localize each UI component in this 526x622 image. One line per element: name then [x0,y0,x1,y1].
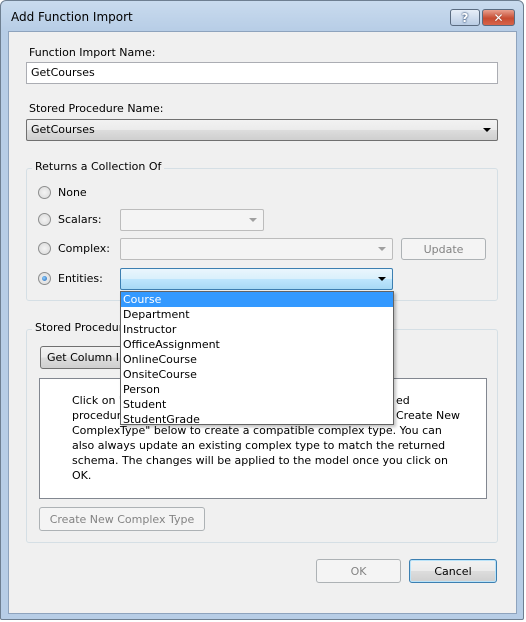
stored-procedure-value: GetCourses [31,123,95,136]
dropdown-item-student[interactable]: Student [121,397,393,412]
radio-entities-label: Entities: [58,272,103,285]
entities-select[interactable] [120,268,393,290]
radio-none-label: None [58,186,87,199]
function-import-name-label: Function Import Name: [29,46,156,59]
ok-button[interactable]: OK [316,559,401,583]
radio-none[interactable]: None [38,186,87,199]
close-icon: ✕ [493,10,504,25]
stored-procedure-name-label: Stored Procedure Name: [29,102,164,115]
info-line-2-right: Create New [396,409,461,422]
scalars-select[interactable] [120,209,264,231]
info-line-1: Click on " [72,394,124,407]
info-line-2: procedur [72,409,122,422]
dialog-content: Function Import Name: GetCourses Stored … [8,31,517,614]
chevron-down-icon [378,277,386,281]
radio-complex[interactable]: Complex: [38,242,110,255]
radio-scalars-label: Scalars: [58,213,102,226]
info-line-5: schema. The changes will be applied to t… [72,454,448,467]
chevron-down-icon [249,218,257,222]
dropdown-item-studentgrade[interactable]: StudentGrade [121,412,393,427]
dropdown-item-course[interactable]: Course [121,292,393,307]
info-line-3: Complex [72,424,121,437]
title-bar: Add Function Import ? ✕ [1,1,523,31]
stored-procedure-select[interactable]: GetCourses [26,119,498,141]
help-button[interactable]: ? [450,9,480,26]
add-function-import-dialog: Add Function Import ? ✕ Function Import … [0,0,524,620]
entities-dropdown-list: Course Department Instructor OfficeAssig… [120,291,394,427]
radio-scalars-button[interactable] [38,213,51,226]
radio-none-button[interactable] [38,186,51,199]
dropdown-item-officeassignment[interactable]: OfficeAssignment [121,337,393,352]
dropdown-item-department[interactable]: Department [121,307,393,322]
dropdown-item-onlinecourse[interactable]: OnlineCourse [121,352,393,367]
radio-complex-label: Complex: [58,242,110,255]
radio-complex-button[interactable] [38,242,51,255]
complex-select[interactable] [120,238,393,260]
radio-entities-button[interactable] [38,272,51,285]
cancel-button[interactable]: Cancel [409,559,497,583]
help-icon: ? [461,10,469,25]
dialog-title: Add Function Import [11,10,133,24]
radio-scalars[interactable]: Scalars: [38,213,102,226]
create-new-complex-type-button[interactable]: Create New Complex Type [39,507,205,531]
dropdown-item-onsitecourse[interactable]: OnsiteCourse [121,367,393,382]
info-line-1-right: ed [396,394,410,407]
dropdown-item-person[interactable]: Person [121,382,393,397]
radio-entities[interactable]: Entities: [38,272,103,285]
stored-procedure-columns-title: Stored Procedur [32,321,127,334]
chevron-down-icon [378,247,386,251]
function-import-name-input[interactable]: GetCourses [26,62,498,84]
returns-collection-title: Returns a Collection Of [32,160,165,173]
info-line-6: OK. [72,469,92,482]
update-button[interactable]: Update [401,238,486,260]
chevron-down-icon [483,128,491,132]
info-line-4: also always update an existing complex t… [72,439,446,452]
close-button[interactable]: ✕ [482,9,515,26]
dropdown-item-instructor[interactable]: Instructor [121,322,393,337]
